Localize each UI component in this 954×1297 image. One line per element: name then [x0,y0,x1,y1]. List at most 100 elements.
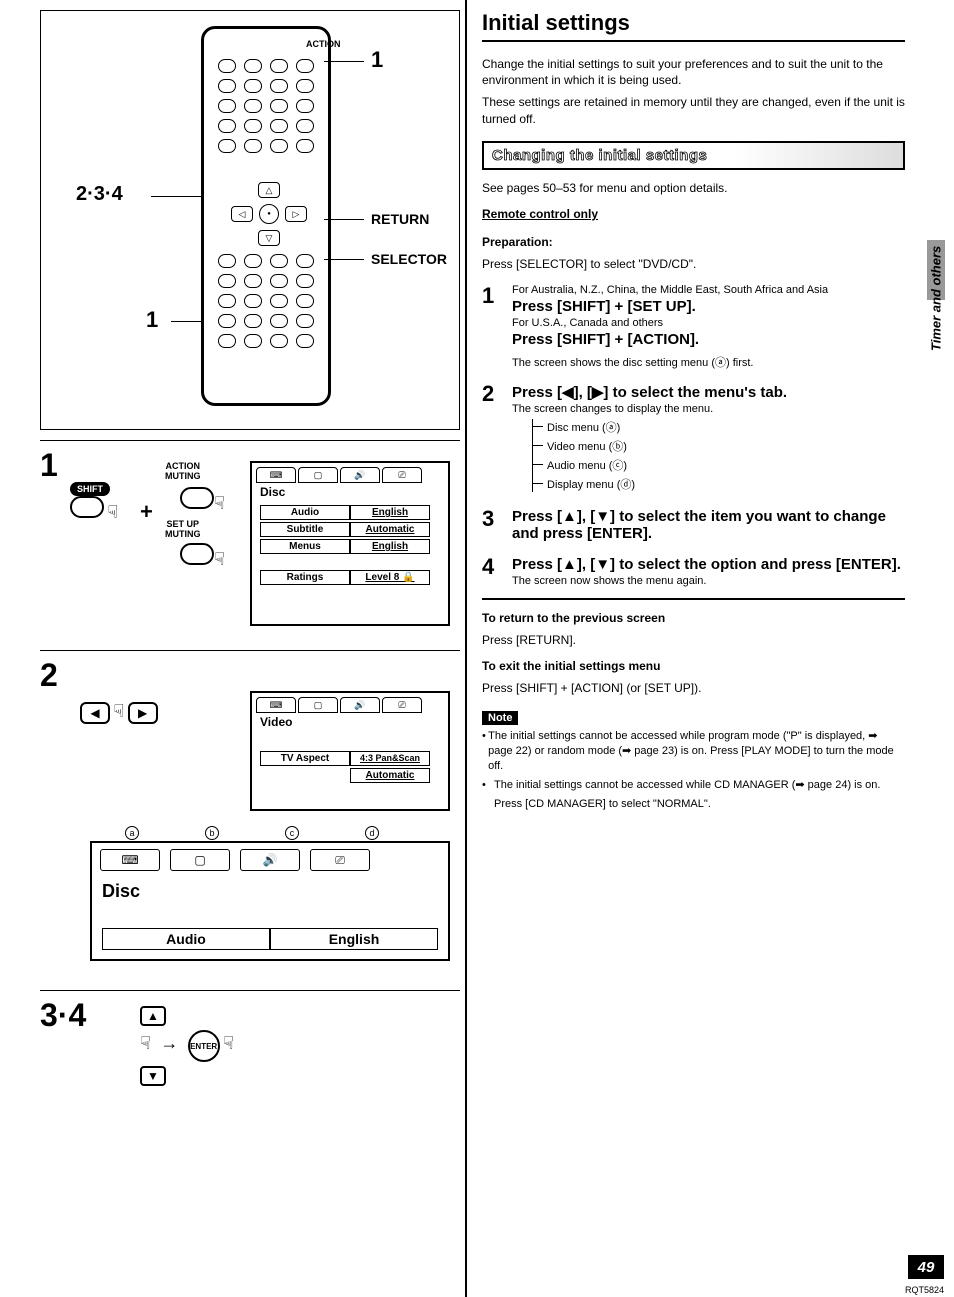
big-cell: Audio [102,928,270,950]
doc-code: RQT5824 [905,1285,944,1295]
action-button-icon [180,487,214,509]
down-arrow-button-icon: ▼ [140,1066,166,1086]
region-a: For Australia, N.Z., China, the Middle E… [512,284,905,296]
note2b-text: Press [CD MANAGER] to select "NORMAL". [494,797,711,812]
press-b: Press [SHIFT] + [ACTION]. [512,331,905,348]
exit-heading: To exit the initial settings menu [482,659,660,673]
osd-cell: Automatic [350,768,430,783]
osd-cell: English [350,539,430,554]
exit-text: Press [SHIFT] + [ACTION] (or [SET UP]). [482,680,905,696]
note-badge: Note [482,711,518,725]
display-tab-icon: ⎚ [382,697,422,713]
video-tab-icon: ▢ [170,849,230,871]
step3-heading: Press [▲], [▼] to select the item you wa… [512,508,905,542]
hand-icon: ☟ [223,1033,234,1053]
note-bullet: •The initial settings cannot be accessed… [482,729,905,774]
audio-tab-icon: 🔊 [340,697,380,713]
right-arrow-button-icon: ▶ [128,702,158,724]
region-b: For U.S.A., Canada and others [512,317,905,329]
osd-cell: Subtitle [260,522,350,537]
dpad: △ ▽ ◁ ▷ ● [239,184,299,244]
note2-text: The initial settings cannot be accessed … [494,778,880,793]
hand-icon: ☟ [113,701,124,721]
callout-return: RETURN [371,211,429,227]
page-title: Initial settings [482,10,905,42]
note-bullet: •The initial settings cannot be accessed… [482,778,905,793]
osd-big-title: Disc [92,877,448,906]
intro-text: These settings are retained in memory un… [482,94,905,126]
label-b: b [205,826,219,840]
big-cell: English [270,928,438,950]
osd-title: Video [252,715,448,735]
callout-234: 2·3·4 [76,183,123,206]
step-panel-1: 1 SHIFT ☟ + ACTION MUTING ☟ SET UP MUTIN… [40,440,460,650]
audio-tab-icon: 🔊 [340,467,380,483]
remote-only: Remote control only [482,206,905,222]
return-text: Press [RETURN]. [482,632,905,648]
label-a: a [125,826,139,840]
note1-text: The initial settings cannot be accessed … [488,729,905,774]
osd-big-disc: ⌨ ▢ 🔊 ⎚ Disc Audio English [90,841,450,961]
plus-icon: + [140,499,153,525]
left-arrow-button-icon: ◀ [80,702,110,724]
remote-body: △ ▽ ◁ ▷ ● [201,26,331,406]
step-4: 4 Press [▲], [▼] to select the option an… [482,554,905,588]
step-number: 4 [482,554,512,588]
press-a: Press [SHIFT] + [SET UP]. [512,298,905,315]
callout-selector: SELECTOR [371,251,447,267]
dpad-left-icon: ◁ [231,206,253,222]
dpad-down-icon: ▽ [258,230,280,246]
right-column: Initial settings Change the initial sett… [465,0,945,1297]
step2-heading: Press [◀], [▶] to select the menu's tab. [512,383,905,401]
step2-sub: The screen changes to display the menu. [512,403,905,415]
hand-icon: ☟ [214,549,225,569]
osd-disc-menu: ⌨ ▢ 🔊 ⎚ Disc AudioEnglish SubtitleAutoma… [250,461,450,626]
hand-icon: ☟ [214,493,225,513]
see-pages: See pages 50–53 for menu and option deta… [482,180,905,196]
shift-button-icon: SHIFT [70,482,110,496]
preparation-text: Press [SELECTOR] to select "DVD/CD". [482,256,905,272]
shift-oval-icon [70,496,104,518]
dpad-right-icon: ▷ [285,206,307,222]
display-tab-icon: ⎚ [382,467,422,483]
video-tab-icon: ▢ [298,467,338,483]
arrow-icon: → [160,1033,178,1053]
action-muting-label: ACTION MUTING [165,461,201,481]
hand-icon: ☟ [107,502,118,522]
osd-cell [260,768,350,783]
up-arrow-button-icon: ▲ [140,1006,166,1026]
step-num-34: 3·4 [40,997,86,1034]
side-tab: Timer and others [925,240,947,420]
dpad-up-icon: △ [258,182,280,198]
step-number: 1 [482,283,512,371]
step-num-1: 1 [40,447,58,484]
osd-cell: Audio [260,505,350,520]
return-heading: To return to the previous screen [482,611,665,625]
osd-cell: Level 8 🔒 [350,570,430,585]
preparation-heading: Preparation: [482,235,553,249]
step4-heading: Press [▲], [▼] to select the option and … [512,556,905,573]
setup-muting-label: SET UP MUTING [165,519,201,539]
disc-tab-icon: ⌨ [256,697,296,713]
step-number: 3 [482,506,512,544]
step-2: 2 Press [◀], [▶] to select the menu's ta… [482,381,905,496]
remote-diagram: △ ▽ ◁ ▷ ● ACTION 1 2·3·4 [40,10,460,430]
step-panel-34: 3·4 ▲ ☟ → ENTER ☟ ▼ [40,990,460,1120]
subheading: Changing the initial settings [492,147,707,164]
tree-disc: Disc menu (ⓐ) [547,419,905,435]
left-column: △ ▽ ◁ ▷ ● ACTION 1 2·3·4 [0,0,465,1297]
disc-tab-icon: ⌨ [100,849,160,871]
step-3: 3 Press [▲], [▼] to select the item you … [482,506,905,544]
osd-cell: Ratings [260,570,350,585]
disc-tab-icon: ⌨ [256,467,296,483]
enter-button-icon: ENTER [188,1030,220,1062]
osd-cell: English [350,505,430,520]
audio-tab-icon: 🔊 [240,849,300,871]
osd-video-menu: ⌨ ▢ 🔊 ⎚ Video TV Aspect4:3 Pan&Scan Auto… [250,691,450,811]
action-label: ACTION [306,39,341,49]
tree-display: Display menu (ⓓ) [547,476,905,492]
intro-text: Change the initial settings to suit your… [482,56,905,88]
callout-1-bottom: 1 [146,307,158,333]
callout-1-top: 1 [371,47,383,73]
page-number: 49 [908,1255,944,1279]
